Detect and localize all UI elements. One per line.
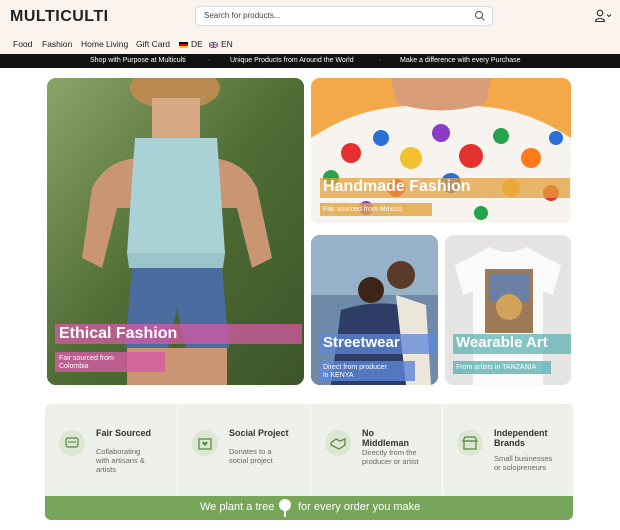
tree-icon — [279, 499, 291, 517]
search-icon[interactable] — [474, 10, 486, 22]
feature-fair-sourced: Fair Sourced Collaborating with artisans… — [45, 404, 177, 496]
streetwear-title: Streetwear — [323, 334, 400, 351]
category-card-streetwear[interactable]: Streetwear Direct from producer in KENYA — [311, 235, 438, 385]
feature-no-middleman: No Middleman Directly from the producer … — [311, 404, 443, 496]
feature-desc: social project — [229, 456, 273, 465]
heart-box-icon — [192, 430, 218, 456]
nav-item-home-living[interactable]: Home Living — [81, 39, 128, 49]
banner-separator: · — [379, 57, 382, 64]
feature-independent-brands: Independent Brands Small businesses or s… — [443, 404, 575, 496]
logo[interactable]: MULTICULTI — [10, 8, 109, 26]
feature-title: Social Project — [229, 428, 289, 438]
uk-flag-icon — [209, 41, 218, 48]
feature-title: Fair Sourced — [96, 428, 152, 438]
feature-title-line2: Middleman — [362, 438, 410, 448]
logo-text: MULTICULTI — [10, 8, 109, 25]
category-card-ethical-fashion[interactable]: Ethical Fashion Fair sourced from Colomb… — [47, 78, 304, 385]
handshake-icon — [325, 430, 351, 456]
handmade-subtitle: Fair sourced from Mexico — [323, 206, 402, 213]
lang-de-label: DE — [191, 39, 203, 49]
search-input[interactable]: Search for products... — [195, 6, 493, 26]
banner-separator: · — [208, 57, 211, 64]
nav-item-gift-card[interactable]: Gift Card — [136, 39, 170, 49]
tree-banner: We plant a tree for every order you make — [45, 496, 573, 520]
streetwear-subtitle-line2: in KENYA — [323, 372, 354, 379]
category-card-wearable-art[interactable]: Wearable Art From artists in TANZANIA — [445, 235, 571, 385]
feature-desc: Collaborating — [96, 447, 141, 456]
feature-title: No — [362, 428, 374, 438]
ethical-subtitle-line2: Colombia — [59, 363, 89, 370]
feature-title-line2: Brands — [494, 438, 526, 448]
wearable-subtitle: From artists in TANZANIA — [456, 364, 537, 371]
storefront-icon — [457, 430, 483, 456]
promo-banner: Shop with Purpose at Multiculti · Unique… — [0, 54, 620, 68]
nav-item-food[interactable]: Food — [13, 39, 32, 49]
feature-desc: or solopreneurs — [494, 463, 547, 472]
tree-banner-right: for every order you make — [298, 501, 421, 513]
search-placeholder: Search for products... — [204, 11, 281, 20]
feature-social-project: Social Project Donates to a social proje… — [178, 404, 310, 496]
banner-item: Unique Products from Around the World — [230, 57, 354, 64]
category-card-handmade-fashion[interactable]: Handmade Fashion Fair sourced from Mexic… — [311, 78, 571, 223]
wearable-title: Wearable Art — [456, 334, 548, 351]
feature-desc: Directly from the — [362, 448, 417, 457]
feature-title: Independent — [494, 428, 548, 438]
lang-en[interactable]: EN — [209, 39, 233, 49]
lang-de[interactable]: DE — [179, 39, 203, 49]
lang-en-label: EN — [221, 39, 233, 49]
banner-item: Shop with Purpose at Multiculti — [90, 57, 186, 64]
main-nav: Food Fashion Home Living Gift Card DE EN — [0, 37, 620, 54]
header: MULTICULTI Search for products... — [0, 0, 620, 37]
tree-banner-left: We plant a tree — [200, 501, 275, 513]
ethical-title: Ethical Fashion — [59, 325, 178, 342]
handmade-title: Handmade Fashion — [323, 178, 471, 195]
feature-desc: Small businesses — [494, 454, 553, 463]
banner-item: Make a difference with every Purchase — [400, 57, 521, 64]
ethical-subtitle-line1: Fair sourced from — [59, 355, 114, 362]
feature-desc: Donates to a — [229, 447, 272, 456]
user-account-icon[interactable] — [594, 9, 612, 23]
feature-desc: with artisans & — [96, 456, 145, 465]
features-strip: Fair Sourced Collaborating with artisans… — [45, 404, 573, 496]
streetwear-subtitle-line1: Direct from producer — [323, 364, 387, 371]
hands-icon — [59, 430, 85, 456]
german-flag-icon — [179, 41, 188, 48]
feature-desc: producer or artist — [362, 457, 419, 466]
handmade-fashion-photo — [311, 78, 571, 223]
nav-item-fashion[interactable]: Fashion — [42, 39, 72, 49]
feature-desc: artists — [96, 465, 117, 474]
